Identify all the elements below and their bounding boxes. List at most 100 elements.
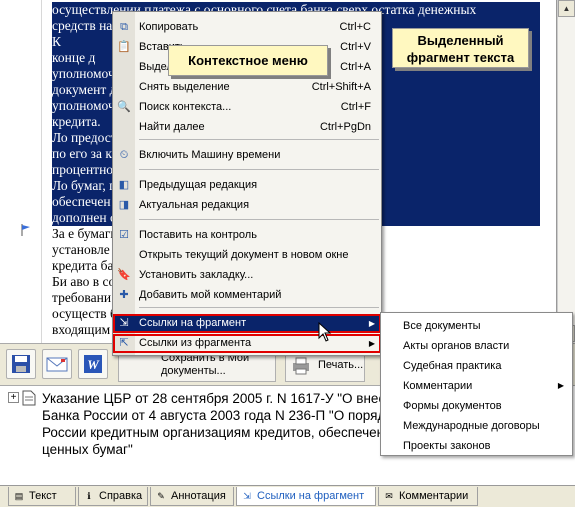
submenu-item-label: Судебная практика [403, 360, 502, 372]
menu-separator [139, 169, 379, 170]
submenu-item[interactable]: Судебная практика [381, 356, 572, 376]
context-menu-item[interactable]: ◨ Актуальная редакция [113, 196, 381, 215]
bookmark-icon: 🔖 [117, 269, 131, 281]
context-menu-item[interactable]: Снять выделение Ctrl+Shift+A [113, 78, 381, 97]
context-menu-item[interactable]: ⏲ Включить Машину времени [113, 146, 381, 165]
search-icon: 🔍 [117, 101, 131, 113]
envelope-icon [46, 357, 68, 372]
context-menu-item-label: Ссылки на фрагмент [139, 317, 247, 329]
context-menu-item[interactable]: ☑ Поставить на контроль [113, 226, 381, 245]
text-icon: ▤ [14, 491, 24, 501]
context-menu-item-label: Предыдущая редакция [139, 179, 258, 191]
submenu-item[interactable]: Формы документов [381, 396, 572, 416]
tab-comments[interactable]: ✉ Комментарии [378, 487, 478, 506]
menu-separator [139, 219, 379, 220]
help-icon: ℹ [87, 491, 91, 501]
export-word-button[interactable]: W [78, 349, 108, 379]
send-mail-button[interactable] [42, 349, 72, 379]
context-menu-item-shortcut: Ctrl+F [340, 101, 371, 113]
prev-edition-icon: ◧ [118, 179, 130, 191]
submenu-arrow-icon: ▶ [368, 339, 375, 348]
context-menu-item-label: Найти далее [139, 121, 205, 133]
tab-annotation[interactable]: ✎ Аннотация [150, 487, 234, 506]
tab-label: Ссылки на фрагмент [257, 490, 365, 502]
context-menu-item-shortcut: Ctrl+C [339, 21, 371, 33]
comment-icon: ✚ [119, 289, 129, 301]
submenu-item-label: Проекты законов [403, 440, 491, 452]
submenu-item-label: Акты органов власти [403, 340, 510, 352]
tab-label: Аннотация [171, 490, 226, 502]
submenu-item-label: Комментарии [403, 380, 473, 392]
links-submenu: Все документы Акты органов власти Судебная… [380, 312, 573, 456]
submenu-item-label: Формы документов [403, 400, 502, 412]
context-menu-item[interactable]: Открыть текущий документ в новом окне [113, 246, 381, 265]
flag-icon [21, 224, 30, 236]
callout-selected-fragment-text: Выделенный фрагмент текста [406, 33, 515, 65]
context-menu-item-label: Копировать [139, 21, 199, 33]
submenu-item-label: Международные договоры [403, 420, 540, 432]
save-disk-button[interactable] [6, 349, 36, 379]
scroll-up-icon[interactable]: ▲ [558, 0, 575, 17]
tab-help[interactable]: ℹ Справка [78, 487, 148, 506]
submenu-item[interactable]: Комментарии ▶ [381, 376, 572, 396]
paste-icon: 📋 [117, 41, 131, 53]
expand-icon[interactable]: + [8, 392, 19, 403]
time-machine-icon: ⏲ [119, 149, 129, 161]
context-menu-item-label: Включить Машину времени [139, 149, 281, 161]
vertical-scrollbar[interactable]: ▲ ▼ [557, 0, 575, 343]
menu-separator [139, 307, 379, 308]
copy-icon: ⧉ [120, 21, 128, 33]
floppy-icon [12, 355, 30, 373]
links-from-icon: ⇱ [119, 337, 129, 349]
submenu-item[interactable]: Международные договоры [381, 416, 572, 436]
mouse-cursor-icon [318, 322, 332, 342]
current-edition-icon: ◨ [118, 199, 130, 211]
context-menu-item-label: Поиск контекста... [139, 101, 232, 113]
context-menu-item-shortcut: Ctrl+PgDn [319, 121, 371, 133]
tab-text[interactable]: ▤ Текст [8, 487, 76, 506]
submenu-item[interactable]: Проекты законов [381, 436, 572, 456]
links-to-icon: ⇲ [243, 491, 251, 501]
context-menu-item-shortcut: Ctrl+V [340, 41, 371, 53]
menu-separator [139, 139, 379, 140]
printer-icon [293, 357, 309, 375]
control-icon: ☑ [119, 229, 129, 241]
comments-icon: ✉ [385, 491, 393, 501]
tab-label: Справка [99, 490, 143, 502]
context-menu-item-label: Добавить мой комментарий [139, 289, 282, 301]
context-menu-item-label: Поставить на контроль [139, 229, 257, 241]
tab-links-to[interactable]: ⇲ Ссылки на фрагмент [236, 487, 376, 506]
document-icon [22, 390, 36, 406]
word-icon: W [84, 355, 102, 373]
context-menu-item-label: Актуальная редакция [139, 199, 250, 211]
bottom-tabs: ▤ Текст ℹ Справка ✎ Аннотация ⇲ Ссылки на фрагм… [0, 485, 575, 507]
context-menu-item[interactable]: ⇲ Ссылки на фрагмент ▶ [113, 314, 381, 333]
callout-context-menu: Контекстное меню [168, 45, 328, 76]
context-menu-item-shortcut: Ctrl+A [340, 61, 371, 73]
document-gutter [0, 0, 42, 343]
links-to-icon: ⇲ [119, 317, 129, 329]
callout-context-menu-text: Контекстное меню [188, 53, 308, 68]
context-menu-item-label: Открыть текущий документ в новом окне [139, 249, 349, 261]
submenu-item-label: Все документы [403, 320, 481, 332]
context-menu-item-label: Снять выделение [139, 81, 230, 93]
context-menu-item[interactable]: ⇱ Ссылки из фрагмента ▶ [113, 334, 381, 353]
tab-label: Текст [29, 490, 57, 502]
context-menu-item[interactable]: ✚ Добавить мой комментарий [113, 286, 381, 305]
submenu-item[interactable]: Акты органов власти [381, 336, 572, 356]
submenu-item[interactable]: Все документы [381, 316, 572, 336]
submenu-arrow-icon: ▶ [557, 381, 564, 390]
annotation-icon: ✎ [157, 491, 165, 501]
context-menu-item[interactable]: ◧ Предыдущая редакция [113, 176, 381, 195]
svg-text:W: W [87, 357, 100, 372]
print-label: Печать... [318, 359, 364, 371]
context-menu-item-label: Установить закладку... [139, 269, 254, 281]
context-menu-item[interactable]: 🔍 Поиск контекста... Ctrl+F [113, 98, 381, 117]
submenu-arrow-icon: ▶ [368, 319, 375, 328]
context-menu-item-shortcut: Ctrl+Shift+A [311, 81, 371, 93]
callout-selected-fragment: Выделенный фрагмент текста [392, 28, 529, 68]
tab-label: Комментарии [399, 490, 469, 502]
context-menu-item[interactable]: Найти далее Ctrl+PgDn [113, 118, 381, 137]
context-menu-item[interactable]: ⧉ Копировать Ctrl+C [113, 18, 381, 37]
context-menu-item[interactable]: 🔖 Установить закладку... [113, 266, 381, 285]
